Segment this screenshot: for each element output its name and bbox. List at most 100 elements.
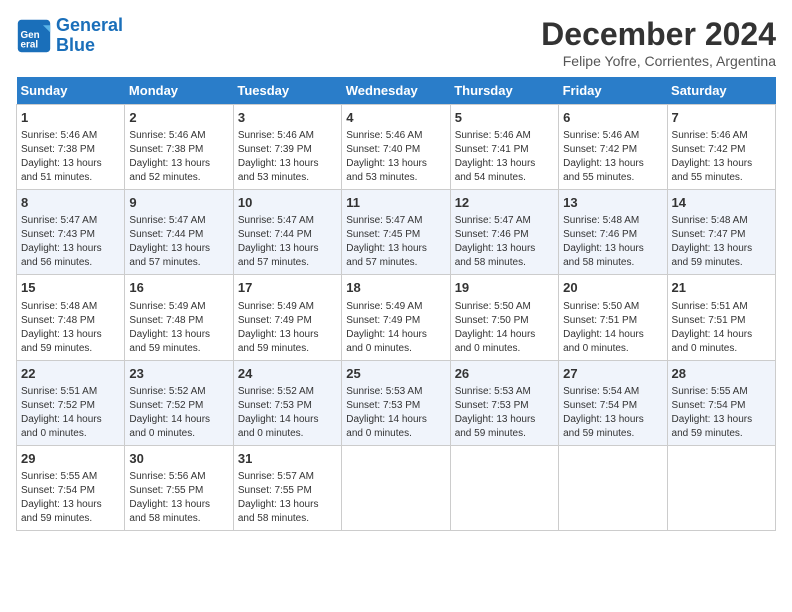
day-info: Sunrise: 5:52 AM Sunset: 7:53 PM Dayligh… — [238, 385, 337, 441]
day-number: 5 — [455, 109, 554, 127]
day-info: Sunrise: 5:49 AM Sunset: 7:48 PM Dayligh… — [129, 300, 228, 356]
day-number: 6 — [563, 109, 662, 127]
day-info: Sunrise: 5:46 AM Sunset: 7:42 PM Dayligh… — [672, 129, 771, 185]
day-info: Sunrise: 5:56 AM Sunset: 7:55 PM Dayligh… — [129, 470, 228, 526]
calendar-week-row: 8Sunrise: 5:47 AM Sunset: 7:43 PM Daylig… — [17, 190, 776, 275]
calendar-day-cell: 29 Sunrise: 5:55 AM Sunset: 7:54 PM Dayli… — [17, 445, 125, 530]
day-info: Sunrise: 5:47 AM Sunset: 7:44 PM Dayligh… — [238, 214, 337, 270]
calendar-day-cell: 30 Sunrise: 5:56 AM Sunset: 7:55 PM Dayli… — [125, 445, 233, 530]
day-info: Sunrise: 5:46 AM Sunset: 7:40 PM Dayligh… — [346, 129, 445, 185]
calendar-day-cell: 1Sunrise: 5:46 AM Sunset: 7:38 PM Daylig… — [17, 105, 125, 190]
day-number: 10 — [238, 194, 337, 212]
day-number: 31 — [238, 450, 337, 468]
day-number: 7 — [672, 109, 771, 127]
calendar-day-cell: 8Sunrise: 5:47 AM Sunset: 7:43 PM Daylig… — [17, 190, 125, 275]
day-info: Sunrise: 5:57 AM Sunset: 7:55 PM Dayligh… — [238, 470, 337, 526]
day-info: Sunrise: 5:48 AM Sunset: 7:46 PM Dayligh… — [563, 214, 662, 270]
day-info: Sunrise: 5:46 AM Sunset: 7:39 PM Dayligh… — [238, 129, 337, 185]
day-number: 11 — [346, 194, 445, 212]
calendar-day-cell: 23 Sunrise: 5:52 AM Sunset: 7:52 PM Dayli… — [125, 360, 233, 445]
calendar-day-cell: 15 Sunrise: 5:48 AM Sunset: 7:48 PM Dayli… — [17, 275, 125, 360]
weekday-header-saturday: Saturday — [667, 77, 775, 105]
day-info: Sunrise: 5:55 AM Sunset: 7:54 PM Dayligh… — [672, 385, 771, 441]
day-number: 30 — [129, 450, 228, 468]
day-number: 29 — [21, 450, 120, 468]
day-number: 2 — [129, 109, 228, 127]
calendar-table: SundayMondayTuesdayWednesdayThursdayFrid… — [16, 77, 776, 531]
day-info: Sunrise: 5:51 AM Sunset: 7:52 PM Dayligh… — [21, 385, 120, 441]
weekday-header-sunday: Sunday — [17, 77, 125, 105]
calendar-day-cell — [450, 445, 558, 530]
day-info: Sunrise: 5:49 AM Sunset: 7:49 PM Dayligh… — [238, 300, 337, 356]
day-info: Sunrise: 5:46 AM Sunset: 7:41 PM Dayligh… — [455, 129, 554, 185]
day-number: 14 — [672, 194, 771, 212]
calendar-day-cell: 11 Sunrise: 5:47 AM Sunset: 7:45 PM Dayli… — [342, 190, 450, 275]
calendar-day-cell: 19Sunrise: 5:50 AM Sunset: 7:50 PM Dayli… — [450, 275, 558, 360]
day-info: Sunrise: 5:52 AM Sunset: 7:52 PM Dayligh… — [129, 385, 228, 441]
calendar-day-cell: 7 Sunrise: 5:46 AM Sunset: 7:42 PM Daylig… — [667, 105, 775, 190]
day-number: 9 — [129, 194, 228, 212]
calendar-day-cell: 2Sunrise: 5:46 AM Sunset: 7:38 PM Daylig… — [125, 105, 233, 190]
weekday-header-thursday: Thursday — [450, 77, 558, 105]
day-info: Sunrise: 5:47 AM Sunset: 7:45 PM Dayligh… — [346, 214, 445, 270]
day-number: 3 — [238, 109, 337, 127]
logo: Gen eral GeneralBlue — [16, 16, 123, 56]
day-number: 28 — [672, 365, 771, 383]
weekday-header-friday: Friday — [559, 77, 667, 105]
day-number: 27 — [563, 365, 662, 383]
calendar-day-cell: 24Sunrise: 5:52 AM Sunset: 7:53 PM Dayli… — [233, 360, 341, 445]
day-info: Sunrise: 5:53 AM Sunset: 7:53 PM Dayligh… — [346, 385, 445, 441]
day-info: Sunrise: 5:48 AM Sunset: 7:48 PM Dayligh… — [21, 300, 120, 356]
calendar-day-cell: 3 Sunrise: 5:46 AM Sunset: 7:39 PM Daylig… — [233, 105, 341, 190]
calendar-day-cell: 5 Sunrise: 5:46 AM Sunset: 7:41 PM Daylig… — [450, 105, 558, 190]
day-info: Sunrise: 5:51 AM Sunset: 7:51 PM Dayligh… — [672, 300, 771, 356]
day-info: Sunrise: 5:49 AM Sunset: 7:49 PM Dayligh… — [346, 300, 445, 356]
day-number: 8 — [21, 194, 120, 212]
day-info: Sunrise: 5:46 AM Sunset: 7:42 PM Dayligh… — [563, 129, 662, 185]
day-info: Sunrise: 5:50 AM Sunset: 7:50 PM Dayligh… — [455, 300, 554, 356]
calendar-day-cell: 22 Sunrise: 5:51 AM Sunset: 7:52 PM Dayli… — [17, 360, 125, 445]
day-number: 4 — [346, 109, 445, 127]
day-number: 17 — [238, 279, 337, 297]
calendar-day-cell: 10 Sunrise: 5:47 AM Sunset: 7:44 PM Dayli… — [233, 190, 341, 275]
calendar-day-cell — [559, 445, 667, 530]
day-number: 25 — [346, 365, 445, 383]
calendar-day-cell: 18 Sunrise: 5:49 AM Sunset: 7:49 PM Dayli… — [342, 275, 450, 360]
calendar-day-cell: 31 Sunrise: 5:57 AM Sunset: 7:55 PM Dayli… — [233, 445, 341, 530]
day-number: 18 — [346, 279, 445, 297]
day-number: 23 — [129, 365, 228, 383]
day-info: Sunrise: 5:48 AM Sunset: 7:47 PM Dayligh… — [672, 214, 771, 270]
calendar-week-row: 1Sunrise: 5:46 AM Sunset: 7:38 PM Daylig… — [17, 105, 776, 190]
day-number: 21 — [672, 279, 771, 297]
calendar-day-cell: 16 Sunrise: 5:49 AM Sunset: 7:48 PM Dayli… — [125, 275, 233, 360]
day-number: 13 — [563, 194, 662, 212]
weekday-header-tuesday: Tuesday — [233, 77, 341, 105]
calendar-day-cell: 12 Sunrise: 5:47 AM Sunset: 7:46 PM Dayli… — [450, 190, 558, 275]
calendar-day-cell: 28 Sunrise: 5:55 AM Sunset: 7:54 PM Dayli… — [667, 360, 775, 445]
calendar-day-cell — [667, 445, 775, 530]
day-info: Sunrise: 5:53 AM Sunset: 7:53 PM Dayligh… — [455, 385, 554, 441]
day-number: 15 — [21, 279, 120, 297]
logo-text: GeneralBlue — [56, 16, 123, 56]
calendar-day-cell: 13 Sunrise: 5:48 AM Sunset: 7:46 PM Dayli… — [559, 190, 667, 275]
day-number: 26 — [455, 365, 554, 383]
day-info: Sunrise: 5:55 AM Sunset: 7:54 PM Dayligh… — [21, 470, 120, 526]
day-info: Sunrise: 5:50 AM Sunset: 7:51 PM Dayligh… — [563, 300, 662, 356]
weekday-header-row: SundayMondayTuesdayWednesdayThursdayFrid… — [17, 77, 776, 105]
calendar-day-cell: 4 Sunrise: 5:46 AM Sunset: 7:40 PM Daylig… — [342, 105, 450, 190]
day-number: 12 — [455, 194, 554, 212]
day-number: 22 — [21, 365, 120, 383]
calendar-day-cell — [342, 445, 450, 530]
day-info: Sunrise: 5:47 AM Sunset: 7:44 PM Dayligh… — [129, 214, 228, 270]
day-info: Sunrise: 5:47 AM Sunset: 7:46 PM Dayligh… — [455, 214, 554, 270]
day-number: 16 — [129, 279, 228, 297]
calendar-day-cell: 17 Sunrise: 5:49 AM Sunset: 7:49 PM Dayli… — [233, 275, 341, 360]
logo-icon: Gen eral — [16, 18, 52, 54]
calendar-day-cell: 21 Sunrise: 5:51 AM Sunset: 7:51 PM Dayli… — [667, 275, 775, 360]
title-area: December 2024 Felipe Yofre, Corrientes, … — [541, 16, 776, 69]
page-title: December 2024 — [541, 16, 776, 53]
day-number: 20 — [563, 279, 662, 297]
weekday-header-monday: Monday — [125, 77, 233, 105]
day-number: 1 — [21, 109, 120, 127]
day-info: Sunrise: 5:54 AM Sunset: 7:54 PM Dayligh… — [563, 385, 662, 441]
